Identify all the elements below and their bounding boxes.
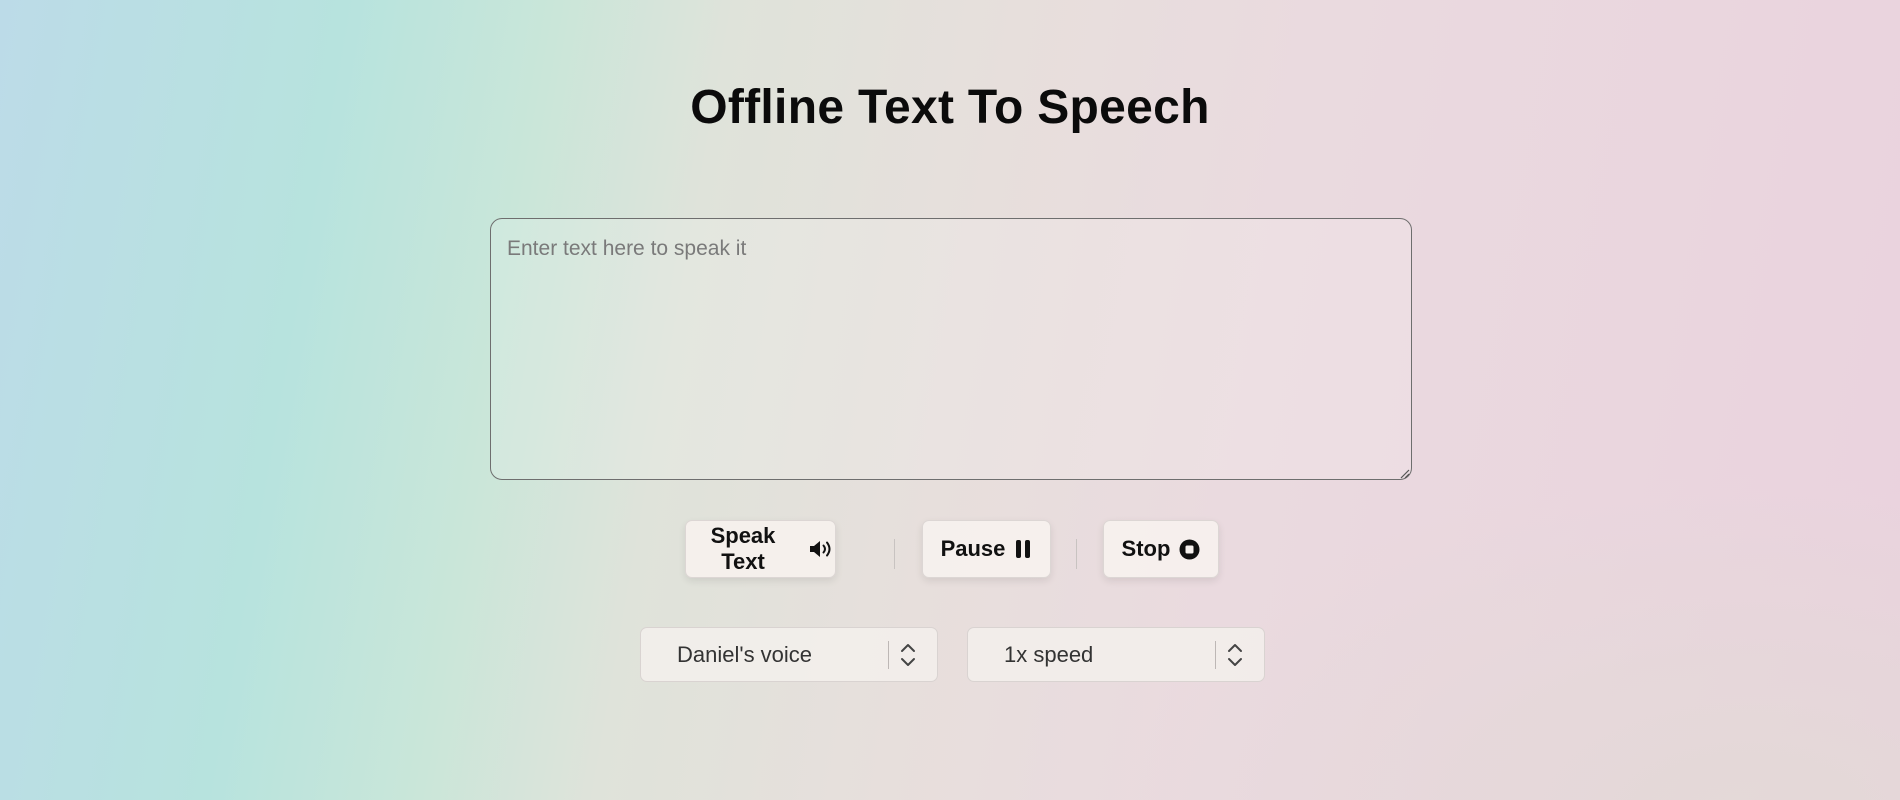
stop-label: Stop [1121, 536, 1171, 561]
resize-handle-icon[interactable] [1398, 467, 1410, 479]
button-divider [1076, 539, 1077, 569]
button-divider [894, 539, 895, 569]
pause-icon [1014, 539, 1032, 559]
speed-select[interactable]: 1x speed [967, 627, 1265, 682]
voice-select-value: Daniel's voice [677, 641, 813, 667]
select-divider [888, 640, 889, 669]
speaker-volume-icon [809, 539, 835, 559]
speak-text-label: Speak Text [710, 523, 776, 574]
stop-circle-icon [1179, 539, 1200, 560]
pause-label: Pause [940, 536, 1006, 561]
select-divider [1215, 640, 1216, 669]
chevron-up-down-icon [1226, 642, 1244, 668]
stop-button[interactable]: Stop [1103, 520, 1219, 578]
chevron-up-down-icon [899, 642, 917, 668]
pause-button[interactable]: Pause [922, 520, 1051, 578]
page-title: Offline Text To Speech [690, 81, 1210, 134]
text-input[interactable] [490, 218, 1412, 480]
speed-select-value: 1x speed [1004, 641, 1094, 667]
speak-text-button[interactable]: Speak Text [685, 520, 836, 578]
voice-select[interactable]: Daniel's voice [640, 627, 938, 682]
